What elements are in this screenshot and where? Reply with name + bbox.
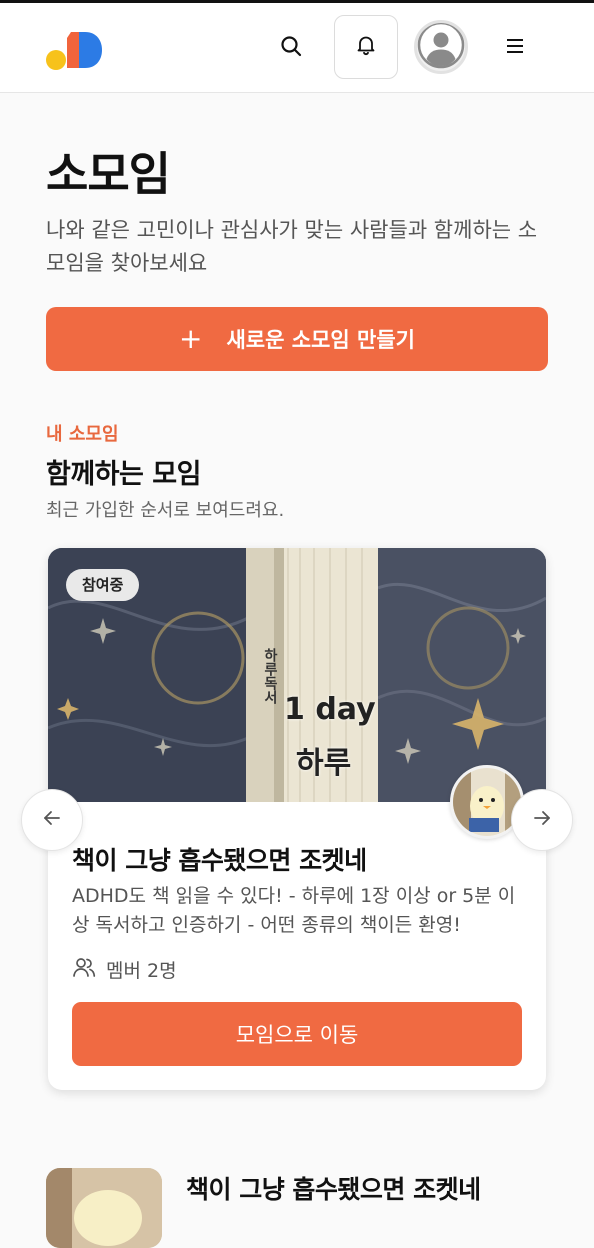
group-title: 책이 그냥 흡수됐으면 조켓네 bbox=[72, 846, 367, 875]
joined-badge: 참여중 bbox=[66, 569, 140, 601]
book-spine-text: 하루독서 bbox=[262, 648, 278, 704]
avatar-icon bbox=[417, 23, 465, 71]
member-count-label: 멤버 2명 bbox=[106, 960, 177, 982]
carousel-prev-button[interactable] bbox=[21, 789, 83, 851]
menu-button[interactable] bbox=[494, 27, 536, 69]
search-icon bbox=[280, 35, 302, 61]
group-cover-image: 하루독서 1 day 하루 참여중 bbox=[48, 548, 546, 802]
image-text-day: 1 day bbox=[284, 692, 376, 727]
page-description: 나와 같은 고민이나 관심사가 맞는 사람들과 함께하는 소모임을 찾아보세요 bbox=[46, 218, 538, 275]
list-item-title[interactable]: 책이 그냥 흡수됐으면 조켓네 bbox=[186, 1170, 481, 1206]
create-group-button[interactable]: + 새로운 소모임 만들기 bbox=[46, 307, 548, 371]
section-label: 내 소모임 bbox=[46, 424, 119, 445]
image-text-haru: 하루 bbox=[296, 746, 352, 781]
carousel-next-button[interactable] bbox=[511, 789, 573, 851]
arrow-left-icon bbox=[42, 808, 62, 832]
profile-avatar-button[interactable] bbox=[414, 20, 468, 74]
go-to-group-button[interactable]: 모임으로 이동 bbox=[72, 1002, 522, 1066]
users-icon bbox=[72, 956, 96, 983]
group-description: ADHD도 책 읽을 수 있다! - 하루에 1장 이상 or 5분 이상 독서… bbox=[72, 885, 516, 936]
page-title: 소모임 bbox=[46, 147, 171, 201]
search-button[interactable] bbox=[270, 27, 312, 69]
bell-icon bbox=[355, 34, 377, 60]
section-title: 함께하는 모임 bbox=[46, 459, 201, 490]
member-count: 멤버 2명 bbox=[72, 956, 177, 983]
section-subtitle: 최근 가입한 순서로 보여드려요. bbox=[46, 500, 285, 521]
menu-icon bbox=[505, 37, 525, 59]
plus-icon: + bbox=[179, 322, 203, 355]
arrow-right-icon bbox=[532, 808, 552, 832]
app-logo[interactable] bbox=[45, 25, 103, 73]
create-group-label: 새로운 소모임 만들기 bbox=[226, 328, 415, 352]
top-header bbox=[0, 3, 594, 93]
notifications-button[interactable] bbox=[334, 15, 398, 79]
list-item-thumbnail[interactable] bbox=[46, 1168, 162, 1248]
